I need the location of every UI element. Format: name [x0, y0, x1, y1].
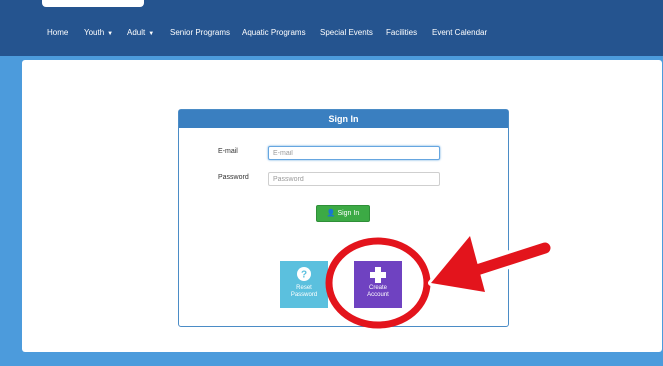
signin-button[interactable]: 👤 Sign In [316, 205, 370, 222]
nav-adult[interactable]: Adult ▼ [127, 23, 154, 44]
nav-special-events[interactable]: Special Events [320, 23, 373, 43]
reset-password-caption: Reset Password [290, 285, 318, 298]
create-account-caption: Create Account [367, 285, 389, 298]
svg-text:?: ? [301, 270, 307, 281]
question-circle-icon: ? [297, 267, 311, 281]
nav-event-calendar[interactable]: Event Calendar [432, 23, 487, 43]
nav-facilities[interactable]: Facilities [386, 23, 417, 43]
reset-password-button[interactable]: ? Reset Password [280, 261, 328, 308]
signin-panel-title: Sign In [179, 110, 508, 128]
nav-senior-programs[interactable]: Senior Programs [170, 23, 230, 43]
caret-down-icon: ▼ [107, 31, 114, 37]
user-icon: 👤 [326, 210, 336, 217]
email-label: E-mail [218, 148, 238, 155]
header-tab [42, 0, 144, 7]
create-account-button[interactable]: Create Account [354, 261, 402, 308]
nav-home[interactable]: Home [47, 23, 68, 43]
password-label: Password [218, 174, 249, 181]
email-input[interactable] [268, 146, 440, 160]
plus-icon [370, 267, 386, 283]
nav-youth[interactable]: Youth ▼ [84, 23, 113, 44]
top-header: Home Youth ▼ Adult ▼ Senior Programs Aquat… [0, 0, 663, 57]
password-input[interactable] [268, 172, 440, 186]
nav-aquatic-programs[interactable]: Aquatic Programs [242, 23, 306, 43]
main-nav: Home Youth ▼ Adult ▼ Senior Programs Aquat… [0, 23, 663, 43]
caret-down-icon: ▼ [148, 31, 155, 37]
